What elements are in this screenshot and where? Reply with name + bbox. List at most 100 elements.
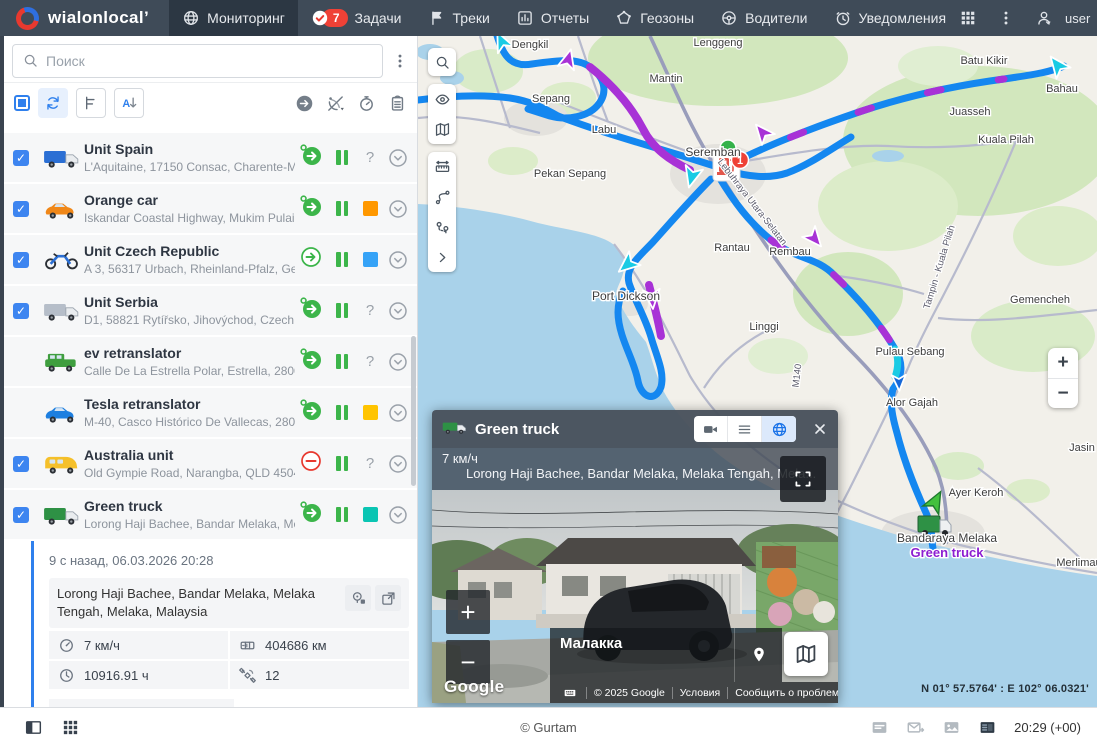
console-button[interactable] bbox=[978, 718, 997, 737]
info-mode-button[interactable] bbox=[728, 416, 762, 442]
vehicle-icon bbox=[38, 248, 84, 271]
unit-menu-button[interactable] bbox=[385, 148, 411, 168]
unit-name[interactable]: ev retranslator bbox=[84, 344, 295, 362]
street-view-image[interactable]: + − Google Малакка © 2025 Google Условия… bbox=[432, 490, 838, 703]
zoom-out-button[interactable]: − bbox=[1048, 378, 1078, 408]
unit-name[interactable]: Green truck bbox=[84, 497, 295, 515]
kebab-icon bbox=[391, 52, 409, 70]
tab-reports[interactable]: Отчеты bbox=[503, 0, 602, 36]
more-options-button[interactable] bbox=[997, 9, 1015, 27]
unit-name[interactable]: Orange car bbox=[84, 191, 295, 209]
unit-row[interactable]: ev retranslatorCalle De La Estrella Pola… bbox=[4, 337, 417, 386]
close-icon[interactable] bbox=[812, 421, 828, 437]
search-box[interactable] bbox=[12, 44, 383, 78]
unit-name[interactable]: Tesla retranslator bbox=[84, 395, 295, 413]
tab-geofences[interactable]: Геозоны bbox=[602, 0, 707, 36]
mapfold-icon bbox=[794, 642, 818, 666]
unit-menu-button[interactable] bbox=[385, 199, 411, 219]
street-view-button[interactable] bbox=[345, 585, 371, 611]
tab-monitoring[interactable]: Мониторинг bbox=[169, 0, 298, 36]
map-place-label: Lenggeng bbox=[694, 37, 743, 49]
refresh-button[interactable] bbox=[38, 88, 68, 118]
street-view-mode-button[interactable] bbox=[762, 416, 796, 442]
unit-name[interactable]: Australia unit bbox=[84, 446, 295, 464]
list-settings-icon[interactable] bbox=[388, 94, 407, 113]
terms-link[interactable]: Условия bbox=[672, 687, 727, 699]
unit-checkbox[interactable] bbox=[4, 303, 38, 319]
unit-checkbox[interactable] bbox=[4, 507, 38, 523]
unit-checkbox[interactable] bbox=[4, 252, 38, 268]
place-label-box: Малакка bbox=[550, 628, 782, 682]
unit-checkbox[interactable] bbox=[4, 456, 38, 472]
pin-icon[interactable] bbox=[734, 628, 782, 682]
unit-checkbox[interactable] bbox=[4, 354, 38, 370]
markers-button[interactable] bbox=[428, 212, 456, 242]
routing-button[interactable] bbox=[428, 182, 456, 212]
unit-checkbox[interactable] bbox=[4, 405, 38, 421]
back-to-map-button[interactable] bbox=[784, 632, 828, 676]
video-mode-button[interactable] bbox=[694, 416, 728, 442]
unit-row[interactable]: Tesla retranslatorM-40, Casco Histórico … bbox=[4, 388, 417, 437]
popup-header[interactable]: Green truck bbox=[432, 410, 838, 448]
search-input[interactable] bbox=[46, 53, 373, 69]
user-icon[interactable] bbox=[1035, 9, 1053, 27]
checkcircle-icon bbox=[311, 9, 329, 27]
unit-row[interactable]: Unit Czech RepublicA 3, 56317 Urbach, Rh… bbox=[4, 235, 417, 284]
report-problem-link[interactable]: Сообщить о проблеме bbox=[727, 687, 838, 699]
ruler-button[interactable] bbox=[428, 152, 456, 182]
unit-row[interactable]: Unit SpainL'Aquitaine, 17150 Consac, Cha… bbox=[4, 133, 417, 182]
toggle-panel-button[interactable] bbox=[24, 718, 43, 737]
status-indicator: ? bbox=[355, 455, 385, 472]
copy-location-button[interactable] bbox=[375, 585, 401, 611]
unit-menu-button[interactable] bbox=[385, 505, 411, 525]
unit-row[interactable]: Unit SerbiaD1, 58821 Rytířsko, Jihovýcho… bbox=[4, 286, 417, 335]
map-unit-label: Green truck bbox=[911, 545, 985, 560]
unit-menu-button[interactable] bbox=[385, 352, 411, 372]
tab-drivers[interactable]: Водители bbox=[707, 0, 820, 36]
messages-button[interactable] bbox=[906, 718, 925, 737]
follow-unit-icon[interactable] bbox=[295, 94, 314, 113]
unit-name[interactable]: Unit Spain bbox=[84, 140, 295, 158]
connection-state bbox=[299, 143, 329, 172]
actuality-filter-icon[interactable] bbox=[357, 94, 376, 113]
select-all-checkbox[interactable] bbox=[14, 95, 30, 111]
apps-grid-button[interactable] bbox=[959, 9, 977, 27]
kebab-icon bbox=[997, 9, 1015, 27]
unit-menu-button[interactable] bbox=[385, 301, 411, 321]
tree-view-button[interactable] bbox=[76, 88, 106, 118]
unit-checkbox[interactable] bbox=[4, 150, 38, 166]
log-button[interactable] bbox=[870, 718, 889, 737]
unit-name[interactable]: Unit Serbia bbox=[84, 293, 295, 311]
keyboard-icon[interactable] bbox=[554, 686, 586, 700]
topbar-right-cluster: user bbox=[959, 0, 1097, 36]
connection-online-icon bbox=[299, 398, 323, 422]
user-name[interactable]: user bbox=[1065, 11, 1090, 26]
tab-tasks[interactable]: 7Задачи bbox=[298, 0, 415, 36]
expand-tools-button[interactable] bbox=[428, 242, 456, 272]
tab-label: Треки bbox=[453, 10, 490, 26]
unit-checkbox[interactable] bbox=[4, 201, 38, 217]
map-area[interactable]: 1 Lebuhraya Utara-SelatanTampin - Kuala … bbox=[418, 36, 1097, 707]
unit-name[interactable]: Unit Czech Republic bbox=[84, 242, 295, 260]
unit-row[interactable]: Orange carIskandar Coastal Highway, Muki… bbox=[4, 184, 417, 233]
visibility-button[interactable] bbox=[428, 84, 456, 114]
connection-filter-icon[interactable] bbox=[326, 94, 345, 113]
tab-tracks[interactable]: Треки bbox=[415, 0, 503, 36]
media-button[interactable] bbox=[942, 718, 961, 737]
street-zoom-in-button[interactable]: + bbox=[446, 590, 490, 634]
tab-notifications[interactable]: Уведомления bbox=[821, 0, 960, 36]
search-options-icon[interactable] bbox=[391, 52, 409, 70]
fullscreen-button[interactable] bbox=[780, 456, 826, 502]
unit-row[interactable]: Australia unitOld Gympie Road, Narangba,… bbox=[4, 439, 417, 488]
unit-menu-button[interactable] bbox=[385, 454, 411, 474]
sort-button[interactable]: A bbox=[114, 88, 144, 118]
unit-address: L'Aquitaine, 17150 Consac, Charente-Ma..… bbox=[84, 159, 295, 175]
unit-menu-button[interactable] bbox=[385, 403, 411, 423]
zoom-in-button[interactable]: + bbox=[1048, 348, 1078, 378]
bottom-apps-button[interactable] bbox=[61, 718, 80, 737]
unit-menu-button[interactable] bbox=[385, 250, 411, 270]
scrollbar[interactable] bbox=[411, 336, 416, 486]
unit-row[interactable]: Green truckLorong Haji Bachee, Bandar Me… bbox=[4, 490, 417, 539]
map-search-button[interactable] bbox=[428, 48, 456, 76]
map-layers-button[interactable] bbox=[428, 114, 456, 144]
